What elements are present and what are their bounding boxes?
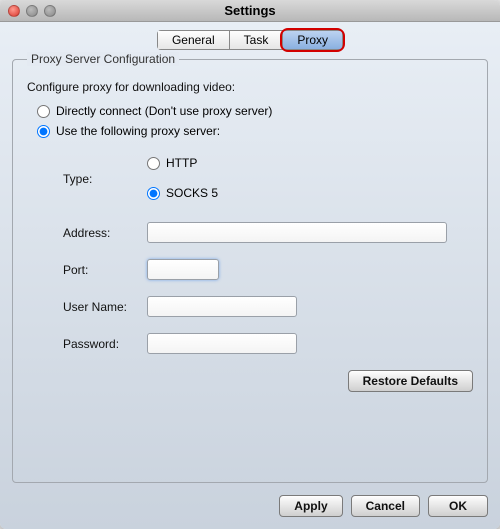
password-input[interactable] xyxy=(147,333,297,354)
type-radios: HTTP SOCKS 5 xyxy=(147,152,218,206)
port-label: Port: xyxy=(63,263,147,277)
proxy-groupbox: Proxy Server Configuration Configure pro… xyxy=(12,59,488,483)
tab-task[interactable]: Task xyxy=(230,31,284,49)
radio-use-proxy[interactable]: Use the following proxy server: xyxy=(37,124,473,138)
radio-use-proxy-input[interactable] xyxy=(37,125,50,138)
cancel-button[interactable]: Cancel xyxy=(351,495,420,517)
radio-socks5-input[interactable] xyxy=(147,187,160,200)
minimize-icon[interactable] xyxy=(26,5,38,17)
username-label: User Name: xyxy=(63,300,147,314)
apply-button[interactable]: Apply xyxy=(279,495,342,517)
tab-general[interactable]: General xyxy=(158,31,230,49)
tab-proxy-label: Proxy xyxy=(297,33,328,47)
close-icon[interactable] xyxy=(8,5,20,17)
row-port: Port: xyxy=(63,259,467,280)
radio-http-label: HTTP xyxy=(166,156,197,170)
radio-http[interactable]: HTTP xyxy=(147,156,218,170)
radio-direct-connect[interactable]: Directly connect (Don't use proxy server… xyxy=(37,104,473,118)
radio-direct-label: Directly connect (Don't use proxy server… xyxy=(56,104,272,118)
radio-http-input[interactable] xyxy=(147,157,160,170)
group-legend: Proxy Server Configuration xyxy=(27,52,179,66)
row-username: User Name: xyxy=(63,296,467,317)
radio-useproxy-label: Use the following proxy server: xyxy=(56,124,220,138)
username-input[interactable] xyxy=(147,296,297,317)
bottom-buttons: Apply Cancel OK xyxy=(12,495,488,517)
row-type: Type: HTTP SOCKS 5 xyxy=(63,152,467,206)
radio-socks5[interactable]: SOCKS 5 xyxy=(147,186,218,200)
radio-direct-connect-input[interactable] xyxy=(37,105,50,118)
tab-row: General Task Proxy xyxy=(12,30,488,50)
window-content: General Task Proxy Proxy Server Configur… xyxy=(0,22,500,529)
restore-defaults-button[interactable]: Restore Defaults xyxy=(348,370,473,392)
settings-window: Settings General Task Proxy Proxy Server… xyxy=(0,0,500,529)
tabbar: General Task Proxy xyxy=(157,30,343,50)
restore-row: Restore Defaults xyxy=(27,370,473,392)
zoom-icon[interactable] xyxy=(44,5,56,17)
proxy-form: Type: HTTP SOCKS 5 Address: xyxy=(63,152,467,354)
type-label: Type: xyxy=(63,172,147,186)
ok-button[interactable]: OK xyxy=(428,495,488,517)
address-label: Address: xyxy=(63,226,147,240)
group-subtitle: Configure proxy for downloading video: xyxy=(27,80,473,94)
titlebar: Settings xyxy=(0,0,500,22)
tab-proxy[interactable]: Proxy xyxy=(283,31,342,49)
row-address: Address: xyxy=(63,222,467,243)
password-label: Password: xyxy=(63,337,147,351)
radio-socks5-label: SOCKS 5 xyxy=(166,186,218,200)
traffic-lights xyxy=(8,5,56,17)
port-input[interactable] xyxy=(147,259,219,280)
address-input[interactable] xyxy=(147,222,447,243)
row-password: Password: xyxy=(63,333,467,354)
window-title: Settings xyxy=(0,3,500,18)
